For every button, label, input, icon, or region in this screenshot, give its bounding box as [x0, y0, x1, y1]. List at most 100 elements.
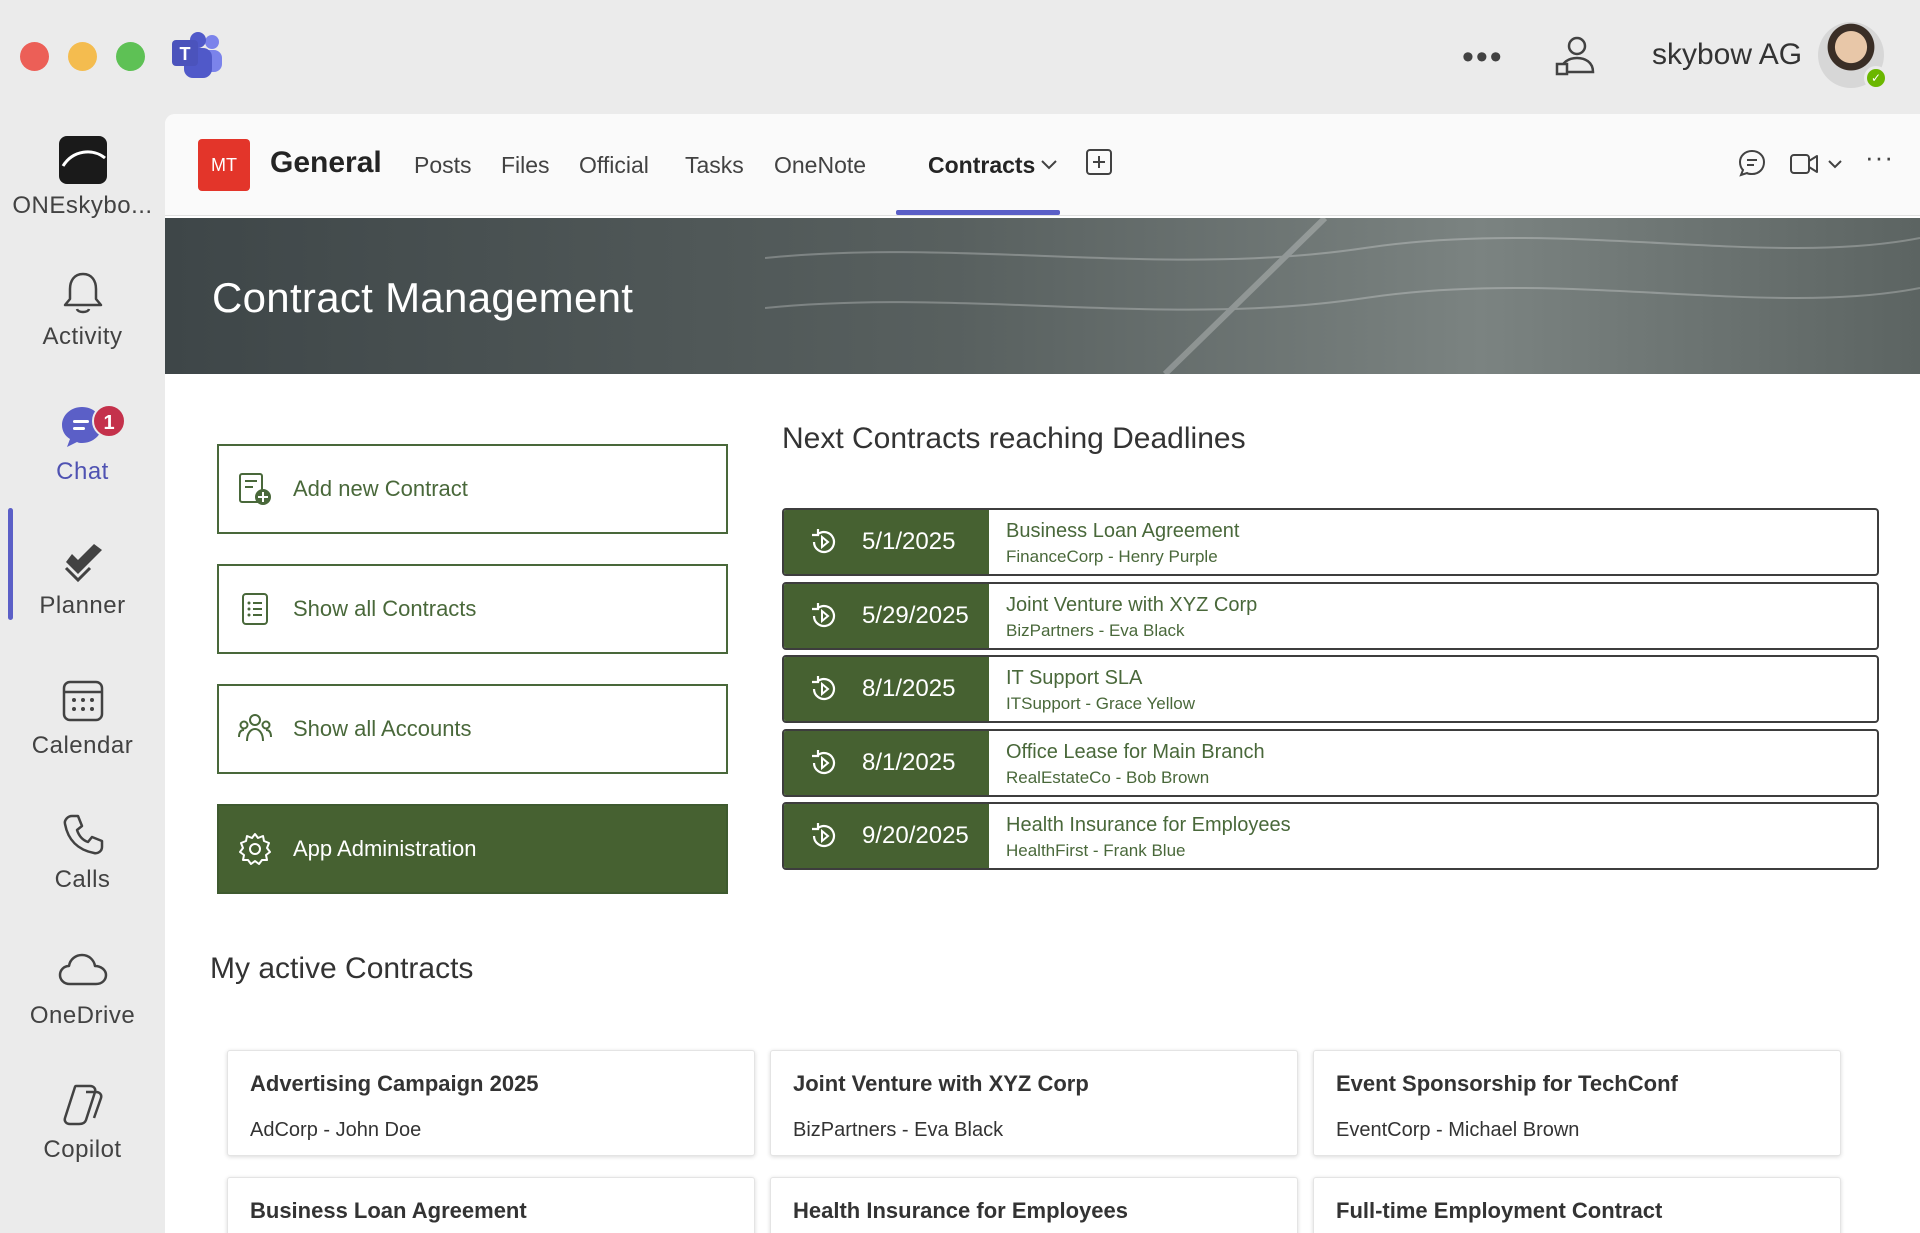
team-avatar[interactable]: MT — [198, 139, 250, 191]
rail-label-planner: Planner — [39, 592, 126, 619]
tab-contracts[interactable]: Contracts — [928, 152, 1035, 179]
show-all-contracts-button[interactable]: Show all Contracts — [217, 564, 728, 654]
app-rail: ONEskybo... Activity 1 Chat Planner Cale… — [0, 114, 165, 1233]
add-new-contract-label: Add new Contract — [293, 476, 468, 501]
deadline-info: IT Support SLA ITSupport - Grace Yellow — [989, 657, 1195, 721]
deadline-subtitle: BizPartners - Eva Black — [1006, 621, 1185, 640]
rail-item-team[interactable]: ONEskybo... — [0, 136, 165, 220]
deadline-date-cell: 5/29/2025 — [784, 584, 989, 648]
presence-available-icon: ✓ — [1864, 66, 1888, 90]
rail-label-calendar: Calendar — [31, 732, 134, 759]
show-all-accounts-label: Show all Accounts — [293, 716, 472, 741]
close-window-button[interactable] — [20, 42, 49, 71]
hero-banner: Contract Management — [165, 218, 1920, 374]
rail-item-chat[interactable]: 1 Chat — [0, 404, 165, 486]
active-tab-underline — [896, 210, 1060, 215]
copilot-icon — [63, 1084, 102, 1126]
rail-item-onedrive[interactable]: OneDrive — [0, 948, 165, 1030]
gear-icon — [239, 833, 271, 865]
contract-card-title: Full-time Employment Contract — [1336, 1198, 1663, 1223]
deadline-row[interactable]: 5/1/2025 Business Loan Agreement Finance… — [782, 508, 1879, 576]
maximize-window-button[interactable] — [116, 42, 145, 71]
cloud-icon — [58, 953, 107, 986]
show-all-accounts-button[interactable]: Show all Accounts — [217, 684, 728, 774]
rail-item-planner[interactable]: Planner — [0, 538, 165, 620]
tab-tasks[interactable]: Tasks — [685, 152, 744, 179]
deadline-row[interactable]: 5/29/2025 Joint Venture with XYZ Corp Bi… — [782, 582, 1879, 650]
add-document-icon — [239, 473, 271, 505]
deadline-info: Health Insurance for Employees HealthFir… — [989, 804, 1291, 868]
deadline-row[interactable]: 8/1/2025 IT Support SLA ITSupport - Grac… — [782, 655, 1879, 723]
tab-official[interactable]: Official — [579, 152, 649, 179]
people-icon[interactable] — [1553, 34, 1597, 78]
rail-team-label: ONEskybo... — [12, 192, 153, 219]
deadline-date-cell: 8/1/2025 — [784, 657, 989, 721]
deadline-info: Business Loan Agreement FinanceCorp - He… — [989, 510, 1240, 574]
minimize-window-button[interactable] — [68, 42, 97, 71]
contract-card[interactable]: Business Loan Agreement — [227, 1177, 755, 1233]
deadline-title: IT Support SLA — [1006, 667, 1143, 689]
deadline-date: 8/1/2025 — [862, 675, 956, 702]
deadline-subtitle: RealEstateCo - Bob Brown — [1006, 768, 1210, 787]
list-icon — [242, 593, 268, 625]
contract-card[interactable]: Event Sponsorship for TechConf EventCorp… — [1313, 1050, 1841, 1156]
deadline-title: Office Lease for Main Branch — [1006, 741, 1265, 763]
deadline-date-cell: 8/1/2025 — [784, 731, 989, 795]
rail-item-activity[interactable]: Activity — [0, 269, 165, 351]
conversation-icon[interactable] — [1737, 148, 1767, 178]
deadline-subtitle: HealthFirst - Frank Blue — [1006, 841, 1186, 860]
add-tab-icon[interactable] — [1085, 148, 1113, 176]
more-options-button[interactable]: ••• — [1462, 38, 1504, 77]
deadline-date: 8/1/2025 — [862, 749, 956, 776]
deadline-info: Joint Venture with XYZ Corp BizPartners … — [989, 584, 1257, 648]
app-administration-button[interactable]: App Administration — [217, 804, 728, 894]
bell-icon — [63, 272, 102, 314]
app-administration-label: App Administration — [293, 836, 477, 861]
deadline-subtitle: FinanceCorp - Henry Purple — [1006, 547, 1218, 566]
main-panel: MT General Posts Files Official Tasks On… — [165, 114, 1920, 1233]
contract-card-title: Business Loan Agreement — [250, 1198, 527, 1223]
deadlines-title: Next Contracts reaching Deadlines — [782, 422, 1246, 455]
avatar[interactable]: ✓ — [1818, 22, 1888, 90]
clock-refresh-icon — [812, 823, 836, 848]
add-new-contract-button[interactable]: Add new Contract — [217, 444, 728, 534]
chevron-down-icon[interactable] — [1827, 158, 1843, 170]
active-contracts-title: My active Contracts — [210, 952, 474, 985]
clock-refresh-icon — [812, 676, 836, 701]
contract-card[interactable]: Full-time Employment Contract — [1313, 1177, 1841, 1233]
organization-name[interactable]: skybow AG — [1652, 38, 1802, 72]
deadline-row[interactable]: 8/1/2025 Office Lease for Main Branch Re… — [782, 729, 1879, 797]
chevron-down-icon[interactable] — [1040, 158, 1058, 172]
rail-item-calls[interactable]: Calls — [0, 812, 165, 894]
contract-card[interactable]: Advertising Campaign 2025 AdCorp - John … — [227, 1050, 755, 1156]
tab-posts[interactable]: Posts — [414, 152, 472, 179]
clock-refresh-icon — [812, 603, 836, 628]
contract-card-subtitle: AdCorp - John Doe — [250, 1119, 422, 1141]
rail-label-chat: Chat — [56, 458, 109, 485]
deadline-row[interactable]: 9/20/2025 Health Insurance for Employees… — [782, 802, 1879, 870]
clock-refresh-icon — [812, 529, 836, 554]
show-all-contracts-label: Show all Contracts — [293, 596, 477, 621]
rail-label-activity: Activity — [42, 323, 123, 350]
contract-card[interactable]: Joint Venture with XYZ Corp BizPartners … — [770, 1050, 1298, 1156]
deadline-date: 5/1/2025 — [862, 528, 956, 555]
title-bar: T ••• skybow AG ✓ — [0, 0, 1920, 114]
tab-files[interactable]: Files — [501, 152, 550, 179]
rail-item-calendar[interactable]: Calendar — [0, 678, 165, 760]
deadline-info: Office Lease for Main Branch RealEstateC… — [989, 731, 1265, 795]
contract-card-title: Joint Venture with XYZ Corp — [793, 1071, 1089, 1096]
video-call-icon[interactable] — [1789, 152, 1819, 176]
svg-text:T: T — [180, 44, 191, 64]
contract-card[interactable]: Health Insurance for Employees — [770, 1177, 1298, 1233]
tab-onenote[interactable]: OneNote — [774, 152, 866, 179]
contract-card-subtitle: EventCorp - Michael Brown — [1336, 1119, 1580, 1141]
rail-label-copilot: Copilot — [43, 1136, 122, 1163]
rail-item-copilot[interactable]: Copilot — [0, 1082, 165, 1164]
teams-logo-icon: T — [172, 32, 222, 78]
clock-refresh-icon — [812, 750, 836, 775]
deadline-date: 9/20/2025 — [862, 822, 969, 849]
contract-card-title: Health Insurance for Employees — [793, 1198, 1128, 1223]
hero-background-image — [765, 218, 1920, 374]
channel-name: General — [270, 146, 382, 179]
header-more-button[interactable]: ··· — [1865, 142, 1894, 173]
